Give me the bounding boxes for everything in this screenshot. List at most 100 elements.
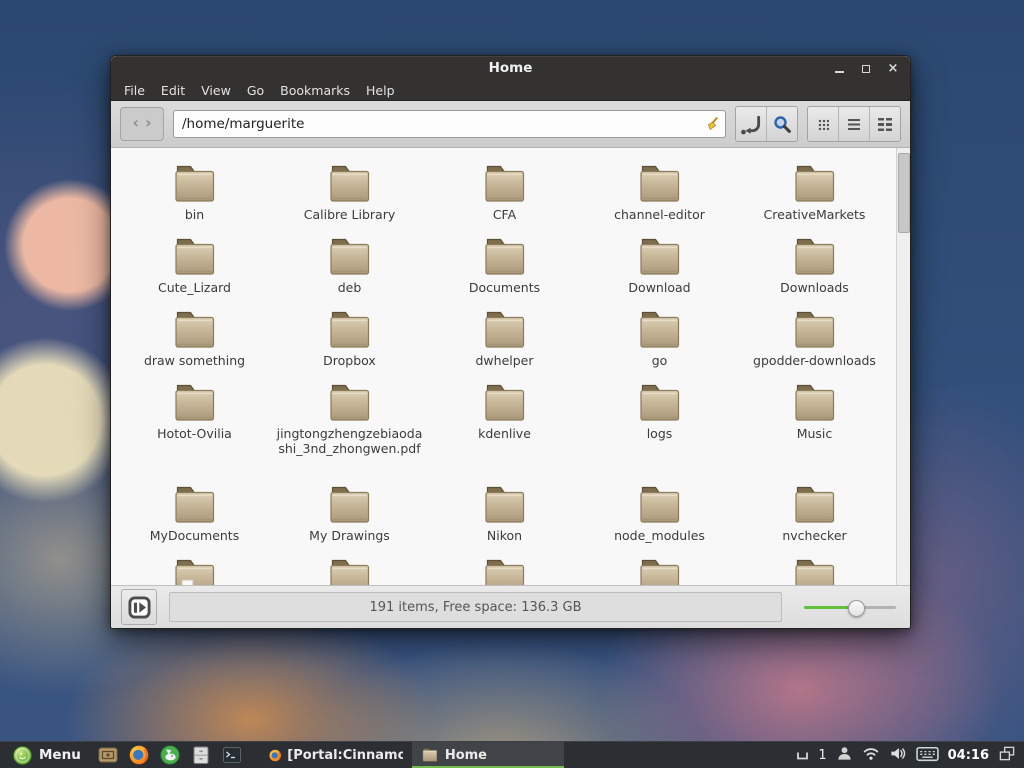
toolbar: ‹ › bbox=[111, 101, 910, 148]
user-applet[interactable] bbox=[836, 745, 853, 766]
maximize-button[interactable] bbox=[858, 61, 874, 77]
folder-icon bbox=[326, 311, 374, 349]
menu-item-edit[interactable]: Edit bbox=[153, 82, 193, 99]
speaker-icon bbox=[889, 745, 907, 762]
file-label: Dropbox bbox=[323, 354, 376, 369]
network-applet[interactable] bbox=[862, 745, 880, 765]
file-item-logs[interactable]: logs bbox=[582, 384, 737, 486]
launcher-screenshot-tool[interactable] bbox=[98, 745, 118, 765]
tray-expand-icon[interactable] bbox=[796, 746, 809, 765]
file-item-partial[interactable] bbox=[117, 559, 272, 585]
taskbar: Menu bbox=[0, 741, 1024, 768]
zoom-slider-handle[interactable] bbox=[848, 600, 865, 617]
file-item-creativemarkets[interactable]: CreativeMarkets bbox=[737, 165, 892, 238]
file-item-partial[interactable] bbox=[582, 559, 737, 585]
file-item-partial[interactable] bbox=[737, 559, 892, 585]
folder-icon bbox=[791, 311, 839, 349]
file-item-jingtongzhengzebiaodashi-3nd-zhongwen-pdf[interactable]: jingtongzhengzebiaodashi_3nd_zhongwen.pd… bbox=[272, 384, 427, 486]
folder-icon bbox=[791, 238, 839, 276]
folder-icon bbox=[481, 486, 529, 524]
list-view-button[interactable] bbox=[838, 107, 869, 141]
file-label: deb bbox=[338, 281, 362, 296]
file-label: My Drawings bbox=[309, 529, 390, 544]
file-item-gpodder-downloads[interactable]: gpodder-downloads bbox=[737, 311, 892, 384]
file-label: CFA bbox=[493, 208, 516, 223]
back-button[interactable]: ‹ bbox=[132, 115, 139, 131]
icon-view-button[interactable] bbox=[808, 107, 838, 141]
file-row: MyDocuments My Drawings Nikonnode_modulesn… bbox=[117, 486, 897, 559]
minimize-button[interactable] bbox=[831, 61, 847, 77]
menu-item-bookmarks[interactable]: Bookmarks bbox=[272, 82, 358, 99]
file-item-bin[interactable]: bin bbox=[117, 165, 272, 238]
file-label: jingtongzhengzebiaodashi_3nd_zhongwen.pd… bbox=[275, 427, 425, 456]
compact-view-button[interactable] bbox=[869, 107, 900, 141]
file-label: channel-editor bbox=[614, 208, 705, 223]
file-item-deb[interactable]: deb bbox=[272, 238, 427, 311]
launcher-firefox[interactable] bbox=[129, 745, 149, 765]
file-item-channel-editor[interactable]: channel-editor bbox=[582, 165, 737, 238]
terminal-icon bbox=[222, 745, 242, 765]
window-title: Home bbox=[111, 56, 910, 81]
file-item-nvchecker[interactable]: nvchecker bbox=[737, 486, 892, 559]
menu-button[interactable]: Menu bbox=[5, 742, 89, 768]
launcher-file-manager[interactable] bbox=[191, 745, 211, 765]
toggle-sidebar-button[interactable] bbox=[121, 589, 157, 625]
file-row: draw something Dropbox dwhelper go gpodder-d… bbox=[117, 311, 897, 384]
icon-view-icon bbox=[818, 119, 829, 130]
window-switcher-applet[interactable] bbox=[998, 745, 1016, 766]
file-item-hotot-ovilia[interactable]: Hotot-Ovilia bbox=[117, 384, 272, 486]
path-input[interactable] bbox=[173, 110, 726, 138]
launcher-amule[interactable] bbox=[160, 745, 180, 765]
launcher-terminal[interactable] bbox=[222, 745, 242, 765]
volume-applet[interactable] bbox=[889, 745, 907, 766]
workspace-indicator[interactable]: 1 bbox=[818, 748, 826, 763]
file-item-documents[interactable]: Documents bbox=[427, 238, 582, 311]
file-item-go[interactable]: go bbox=[582, 311, 737, 384]
compact-view-icon bbox=[878, 118, 892, 131]
file-item-nikon[interactable]: Nikon bbox=[427, 486, 582, 559]
scrollbar[interactable] bbox=[896, 148, 910, 585]
toggle-location-entry-button[interactable] bbox=[736, 107, 766, 141]
file-item-dropbox[interactable]: Dropbox bbox=[272, 311, 427, 384]
window-controls: × bbox=[831, 56, 901, 81]
clear-path-icon[interactable] bbox=[704, 116, 720, 132]
file-item-partial[interactable] bbox=[272, 559, 427, 585]
enter-location-icon bbox=[739, 112, 764, 137]
statusbar: 191 items, Free space: 136.3 GB bbox=[111, 585, 910, 628]
search-icon bbox=[773, 115, 792, 134]
menu-item-file[interactable]: File bbox=[116, 82, 153, 99]
folder-icon bbox=[326, 165, 374, 203]
file-item-dwhelper[interactable]: dwhelper bbox=[427, 311, 582, 384]
file-item-kdenlive[interactable]: kdenlive bbox=[427, 384, 582, 486]
search-button[interactable] bbox=[766, 107, 797, 141]
file-label: logs bbox=[647, 427, 673, 442]
keyboard-applet[interactable] bbox=[916, 745, 939, 766]
taskbar-window-portal-cinnamon-s[interactable]: [Portal:Cinnamon/S... bbox=[260, 742, 412, 768]
file-item-cfa[interactable]: CFA bbox=[427, 165, 582, 238]
zoom-slider[interactable] bbox=[804, 599, 896, 615]
scrollbar-thumb[interactable] bbox=[898, 153, 910, 233]
folder-with-document-icon bbox=[171, 559, 219, 585]
menu-item-help[interactable]: Help bbox=[358, 82, 403, 99]
folder-icon bbox=[326, 238, 374, 276]
file-item-node-modules[interactable]: node_modules bbox=[582, 486, 737, 559]
file-item-my-drawings[interactable]: My Drawings bbox=[272, 486, 427, 559]
file-item-draw-something[interactable]: draw something bbox=[117, 311, 272, 384]
file-item-downloads[interactable]: Downloads bbox=[737, 238, 892, 311]
titlebar[interactable]: Home × bbox=[111, 56, 910, 81]
clock[interactable]: 04:16 bbox=[948, 748, 989, 763]
menu-item-view[interactable]: View bbox=[193, 82, 239, 99]
file-item-mydocuments[interactable]: MyDocuments bbox=[117, 486, 272, 559]
file-label: go bbox=[652, 354, 668, 369]
forward-button[interactable]: › bbox=[145, 115, 152, 131]
file-item-cute-lizard[interactable]: Cute_Lizard bbox=[117, 238, 272, 311]
file-item-calibre-library[interactable]: Calibre Library bbox=[272, 165, 427, 238]
close-button[interactable]: × bbox=[885, 61, 901, 77]
taskbar-window-home[interactable]: Home bbox=[412, 742, 564, 768]
file-item-download[interactable]: Download bbox=[582, 238, 737, 311]
file-item-music[interactable]: Music bbox=[737, 384, 892, 486]
file-item-partial[interactable] bbox=[427, 559, 582, 585]
menu-item-go[interactable]: Go bbox=[239, 82, 272, 99]
status-text: 191 items, Free space: 136.3 GB bbox=[169, 592, 782, 622]
file-label: gpodder-downloads bbox=[753, 354, 876, 369]
